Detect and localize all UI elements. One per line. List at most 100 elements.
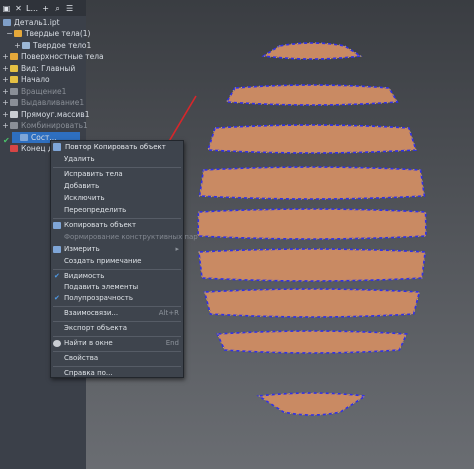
menu-item-label: Свойства <box>64 354 99 362</box>
expand-icon[interactable]: + <box>2 109 9 120</box>
menu-item[interactable]: Создать примечание <box>51 256 183 267</box>
menu-item[interactable]: Исключить <box>51 193 183 204</box>
tree-item-label: Вращение1 <box>21 86 67 96</box>
menu-item-label: Измерить <box>64 245 100 253</box>
menu-item[interactable]: Справка по... <box>51 368 183 379</box>
menu-item[interactable]: Измерить ▸ <box>51 244 183 255</box>
tree-item[interactable]: + Прямоуг.массив1 <box>2 109 90 120</box>
part-icon <box>3 19 11 26</box>
feature-icon <box>10 53 18 60</box>
feature-icon <box>10 87 18 95</box>
sphere-band[interactable] <box>203 288 421 318</box>
sphere-band[interactable] <box>198 248 426 282</box>
sphere-band[interactable] <box>225 84 399 106</box>
browser-icon[interactable]: ▣ <box>2 4 11 13</box>
feature-icon <box>22 41 30 49</box>
tree-item-label: Поверхностные тела <box>21 52 104 61</box>
copy-icon <box>53 222 61 229</box>
tree-item-label: Комбинировать1 <box>21 121 88 130</box>
sphere-band[interactable] <box>256 392 368 416</box>
tree-item[interactable]: − Твердые тела(1) <box>6 28 90 39</box>
expand-icon[interactable]: − <box>6 28 13 39</box>
menu-separator <box>53 336 181 337</box>
sphere-band[interactable] <box>197 208 427 240</box>
menu-item[interactable]: Исправить тела <box>51 169 183 180</box>
menu-item-label: Формирование конструктивных пар <box>64 233 198 241</box>
menu-separator <box>53 218 181 219</box>
sphere-band[interactable] <box>216 330 408 354</box>
menu-separator <box>53 351 181 352</box>
menu-item[interactable]: ✔ Полупрозрачность <box>51 293 183 304</box>
menu-item-label: Найти в окне <box>64 339 113 347</box>
tree-item[interactable]: + Вид: Главный <box>2 63 75 74</box>
sphere-band[interactable] <box>261 42 363 60</box>
menu-separator <box>53 269 181 270</box>
menu-item-label: Добавить <box>64 182 100 190</box>
menu-item[interactable]: ✔ Видимость <box>51 271 183 282</box>
expand-icon[interactable]: + <box>2 86 9 97</box>
feature-icon <box>20 133 28 141</box>
menu-item-label: Создать примечание <box>64 257 142 265</box>
menu-shortcut: End <box>165 339 179 347</box>
menu-item[interactable]: Подавить элементы <box>51 282 183 293</box>
menu-item-label: Экспорт объекта <box>64 324 128 332</box>
expand-icon[interactable]: + <box>2 63 9 74</box>
tree-item[interactable]: + Твердое тело1 <box>14 40 91 51</box>
feature-icon <box>10 76 18 83</box>
menu-item[interactable]: Удалить <box>51 154 183 165</box>
tree-item[interactable]: + Выдавливание1 <box>2 97 84 108</box>
repeat-icon <box>53 143 61 151</box>
expand-icon[interactable]: + <box>2 74 9 85</box>
tree-item[interactable]: + Начало <box>2 74 50 85</box>
tree-item[interactable]: + Вращение1 <box>2 86 66 97</box>
menu-shortcut: Alt+R <box>158 309 179 317</box>
tree-item[interactable]: + Комбинировать1 <box>2 120 88 131</box>
feature-icon <box>14 30 22 37</box>
sphere-band[interactable] <box>206 124 418 154</box>
menu-item[interactable]: Добавить <box>51 181 183 192</box>
submenu-arrow-icon: ▸ <box>175 245 179 253</box>
menu-repeat-copy[interactable]: Повтор Копировать объект <box>51 141 183 153</box>
menu-separator <box>53 366 181 367</box>
menu-item-label: Копировать объект <box>64 221 137 229</box>
menu-item: Формирование конструктивных пар <box>51 232 198 243</box>
menu-item-label: Видимость <box>64 272 105 280</box>
search-icon[interactable]: ⌕ <box>53 4 62 13</box>
checkmark-icon: ✔ <box>54 294 60 302</box>
menu-item-label: Исключить <box>64 194 105 202</box>
tree-item-label: Выдавливание1 <box>21 98 85 107</box>
menu-item-label: Переопределить <box>64 206 127 214</box>
measure-icon <box>53 246 61 253</box>
menu-item[interactable]: Взаимосвязи... Alt+R <box>51 308 183 319</box>
tree-item-label: Твердые тела(1) <box>25 29 91 38</box>
menu-item-label: Справка по... <box>64 369 113 377</box>
find-icon <box>53 340 61 347</box>
expand-icon[interactable]: + <box>2 120 9 131</box>
expand-icon[interactable]: + <box>14 40 21 51</box>
menu-item[interactable]: Переопределить <box>51 205 183 216</box>
browser-toolbar: ▣ ✕ L... + ⌕ ☰ <box>0 0 86 16</box>
tree-root[interactable]: Деталь1.ipt <box>2 17 60 28</box>
menu-item[interactable]: Копировать объект <box>51 220 183 231</box>
feature-icon <box>10 145 18 152</box>
browser-tab[interactable]: L... <box>26 4 38 13</box>
close-icon[interactable]: ✕ <box>14 4 23 13</box>
menu-item[interactable]: Свойства <box>51 353 183 364</box>
tree-item-label: Вид: Главный <box>21 63 76 73</box>
menu-item[interactable]: Экспорт объекта <box>51 323 183 334</box>
sphere-band[interactable] <box>198 166 426 200</box>
menu-item[interactable]: Найти в окне End <box>51 338 183 349</box>
menu-separator <box>53 306 181 307</box>
menu-item-label: Исправить тела <box>64 170 123 178</box>
menu-icon[interactable]: ☰ <box>65 4 74 13</box>
expand-icon[interactable]: + <box>2 97 9 108</box>
check-icon: ✔ <box>3 136 10 145</box>
menu-separator <box>53 321 181 322</box>
menu-separator <box>53 167 181 168</box>
tree-item-label: Прямоуг.массив1 <box>21 109 90 119</box>
menu-item-label: Удалить <box>64 155 95 163</box>
expand-icon[interactable]: + <box>2 51 9 62</box>
add-icon[interactable]: + <box>41 4 50 13</box>
menu-item-label: Полупрозрачность <box>64 294 133 302</box>
tree-item[interactable]: + Поверхностные тела <box>2 51 104 62</box>
